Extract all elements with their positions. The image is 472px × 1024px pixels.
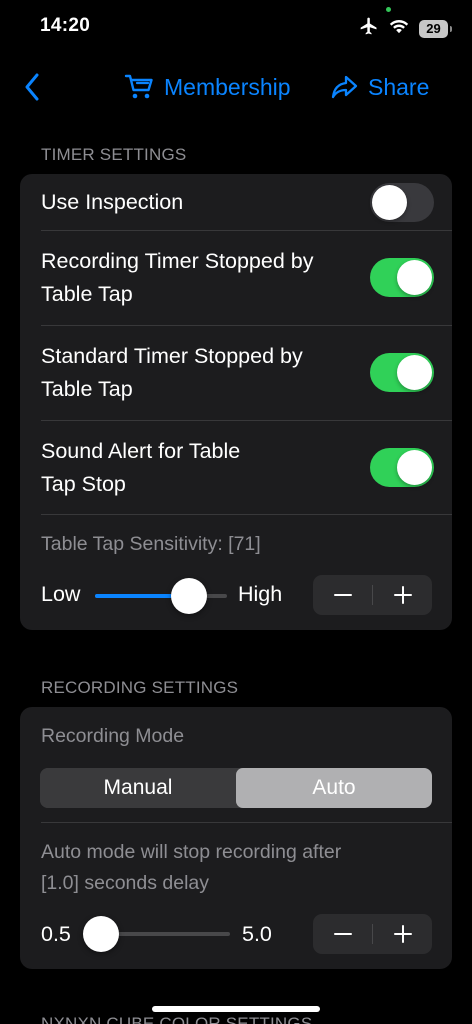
timer-settings-header: TIMER SETTINGS (41, 145, 187, 164)
recording-settings-card: Recording Mode Manual Auto Auto mode wil… (20, 707, 452, 969)
delay-min-label: 0.5 (41, 922, 71, 946)
recording-settings-header: RECORDING SETTINGS (41, 678, 239, 697)
sound-alert-toggle[interactable] (370, 448, 434, 487)
use-inspection-row: Use Inspection (20, 174, 452, 230)
table-tap-sensitivity-caption: Table Tap Sensitivity: [71] (41, 533, 261, 555)
use-inspection-toggle[interactable] (370, 183, 434, 222)
delay-stepper (313, 914, 432, 954)
plus-icon (393, 586, 412, 604)
membership-button[interactable]: Membership (124, 70, 291, 104)
sensitivity-slider-thumb[interactable] (170, 578, 207, 614)
battery-icon: 29 (419, 19, 452, 38)
recording-mode-caption: Recording Mode (41, 725, 185, 747)
cart-icon (124, 74, 153, 99)
minus-icon (333, 933, 352, 935)
standard-timer-table-tap-label: Standard Timer Stopped by Table Tap (41, 344, 303, 401)
navigation-bar: Membership Share (0, 60, 472, 114)
sound-alert-row: Sound Alert for Table Tap Stop (20, 421, 452, 514)
battery-level: 29 (426, 20, 441, 36)
use-inspection-label: Use Inspection (41, 190, 184, 214)
status-icons: 29 (359, 16, 452, 41)
row-separator (41, 514, 452, 515)
slider-high-label: High (238, 582, 283, 606)
delay-max-label: 5.0 (242, 922, 272, 946)
sensitivity-increment-button[interactable] (373, 575, 432, 615)
wifi-icon (389, 18, 409, 39)
back-button[interactable] (18, 72, 46, 102)
sensitivity-stepper (313, 575, 432, 615)
status-time: 14:20 (40, 15, 91, 36)
delay-slider[interactable] (83, 916, 230, 952)
standard-timer-table-tap-row: Standard Timer Stopped by Table Tap (20, 326, 452, 420)
auto-delay-caption: Auto mode will stop recording after [1.0… (41, 841, 342, 894)
membership-label: Membership (164, 73, 291, 100)
sensitivity-slider[interactable] (95, 578, 227, 614)
standard-timer-table-tap-toggle[interactable] (370, 353, 434, 392)
share-button[interactable]: Share (330, 70, 429, 104)
sound-alert-label: Sound Alert for Table Tap Stop (41, 439, 241, 496)
row-separator (41, 822, 452, 823)
status-bar: 14:20 29 (0, 0, 472, 52)
home-indicator[interactable] (152, 1006, 320, 1012)
segment-auto[interactable]: Auto (236, 768, 432, 808)
recording-timer-table-tap-toggle[interactable] (370, 258, 434, 297)
segment-manual[interactable]: Manual (40, 768, 236, 808)
cube-color-settings-header: NXNXN CUBE COLOR SETTINGS (41, 1014, 313, 1024)
airplane-icon (359, 16, 379, 41)
delay-increment-button[interactable] (373, 914, 432, 954)
recording-mode-segmented-control: Manual Auto (40, 768, 432, 808)
recording-timer-table-tap-label: Recording Timer Stopped by Table Tap (41, 249, 314, 306)
sensitivity-decrement-button[interactable] (313, 575, 372, 615)
delay-decrement-button[interactable] (313, 914, 372, 954)
delay-slider-thumb[interactable] (83, 916, 120, 952)
share-arrow-icon (331, 75, 358, 99)
settings-page: 14:20 29 Membership Share TIMER SETTINGS… (0, 0, 472, 1024)
slider-low-label: Low (41, 582, 81, 606)
share-label: Share (368, 73, 430, 100)
plus-icon (393, 925, 412, 943)
recording-timer-table-tap-row: Recording Timer Stopped by Table Tap (20, 231, 452, 325)
timer-settings-card: Use Inspection Recording Timer Stopped b… (20, 174, 452, 630)
minus-icon (333, 594, 352, 596)
privacy-indicator-dot (386, 7, 391, 12)
chevron-left-icon (25, 73, 39, 101)
